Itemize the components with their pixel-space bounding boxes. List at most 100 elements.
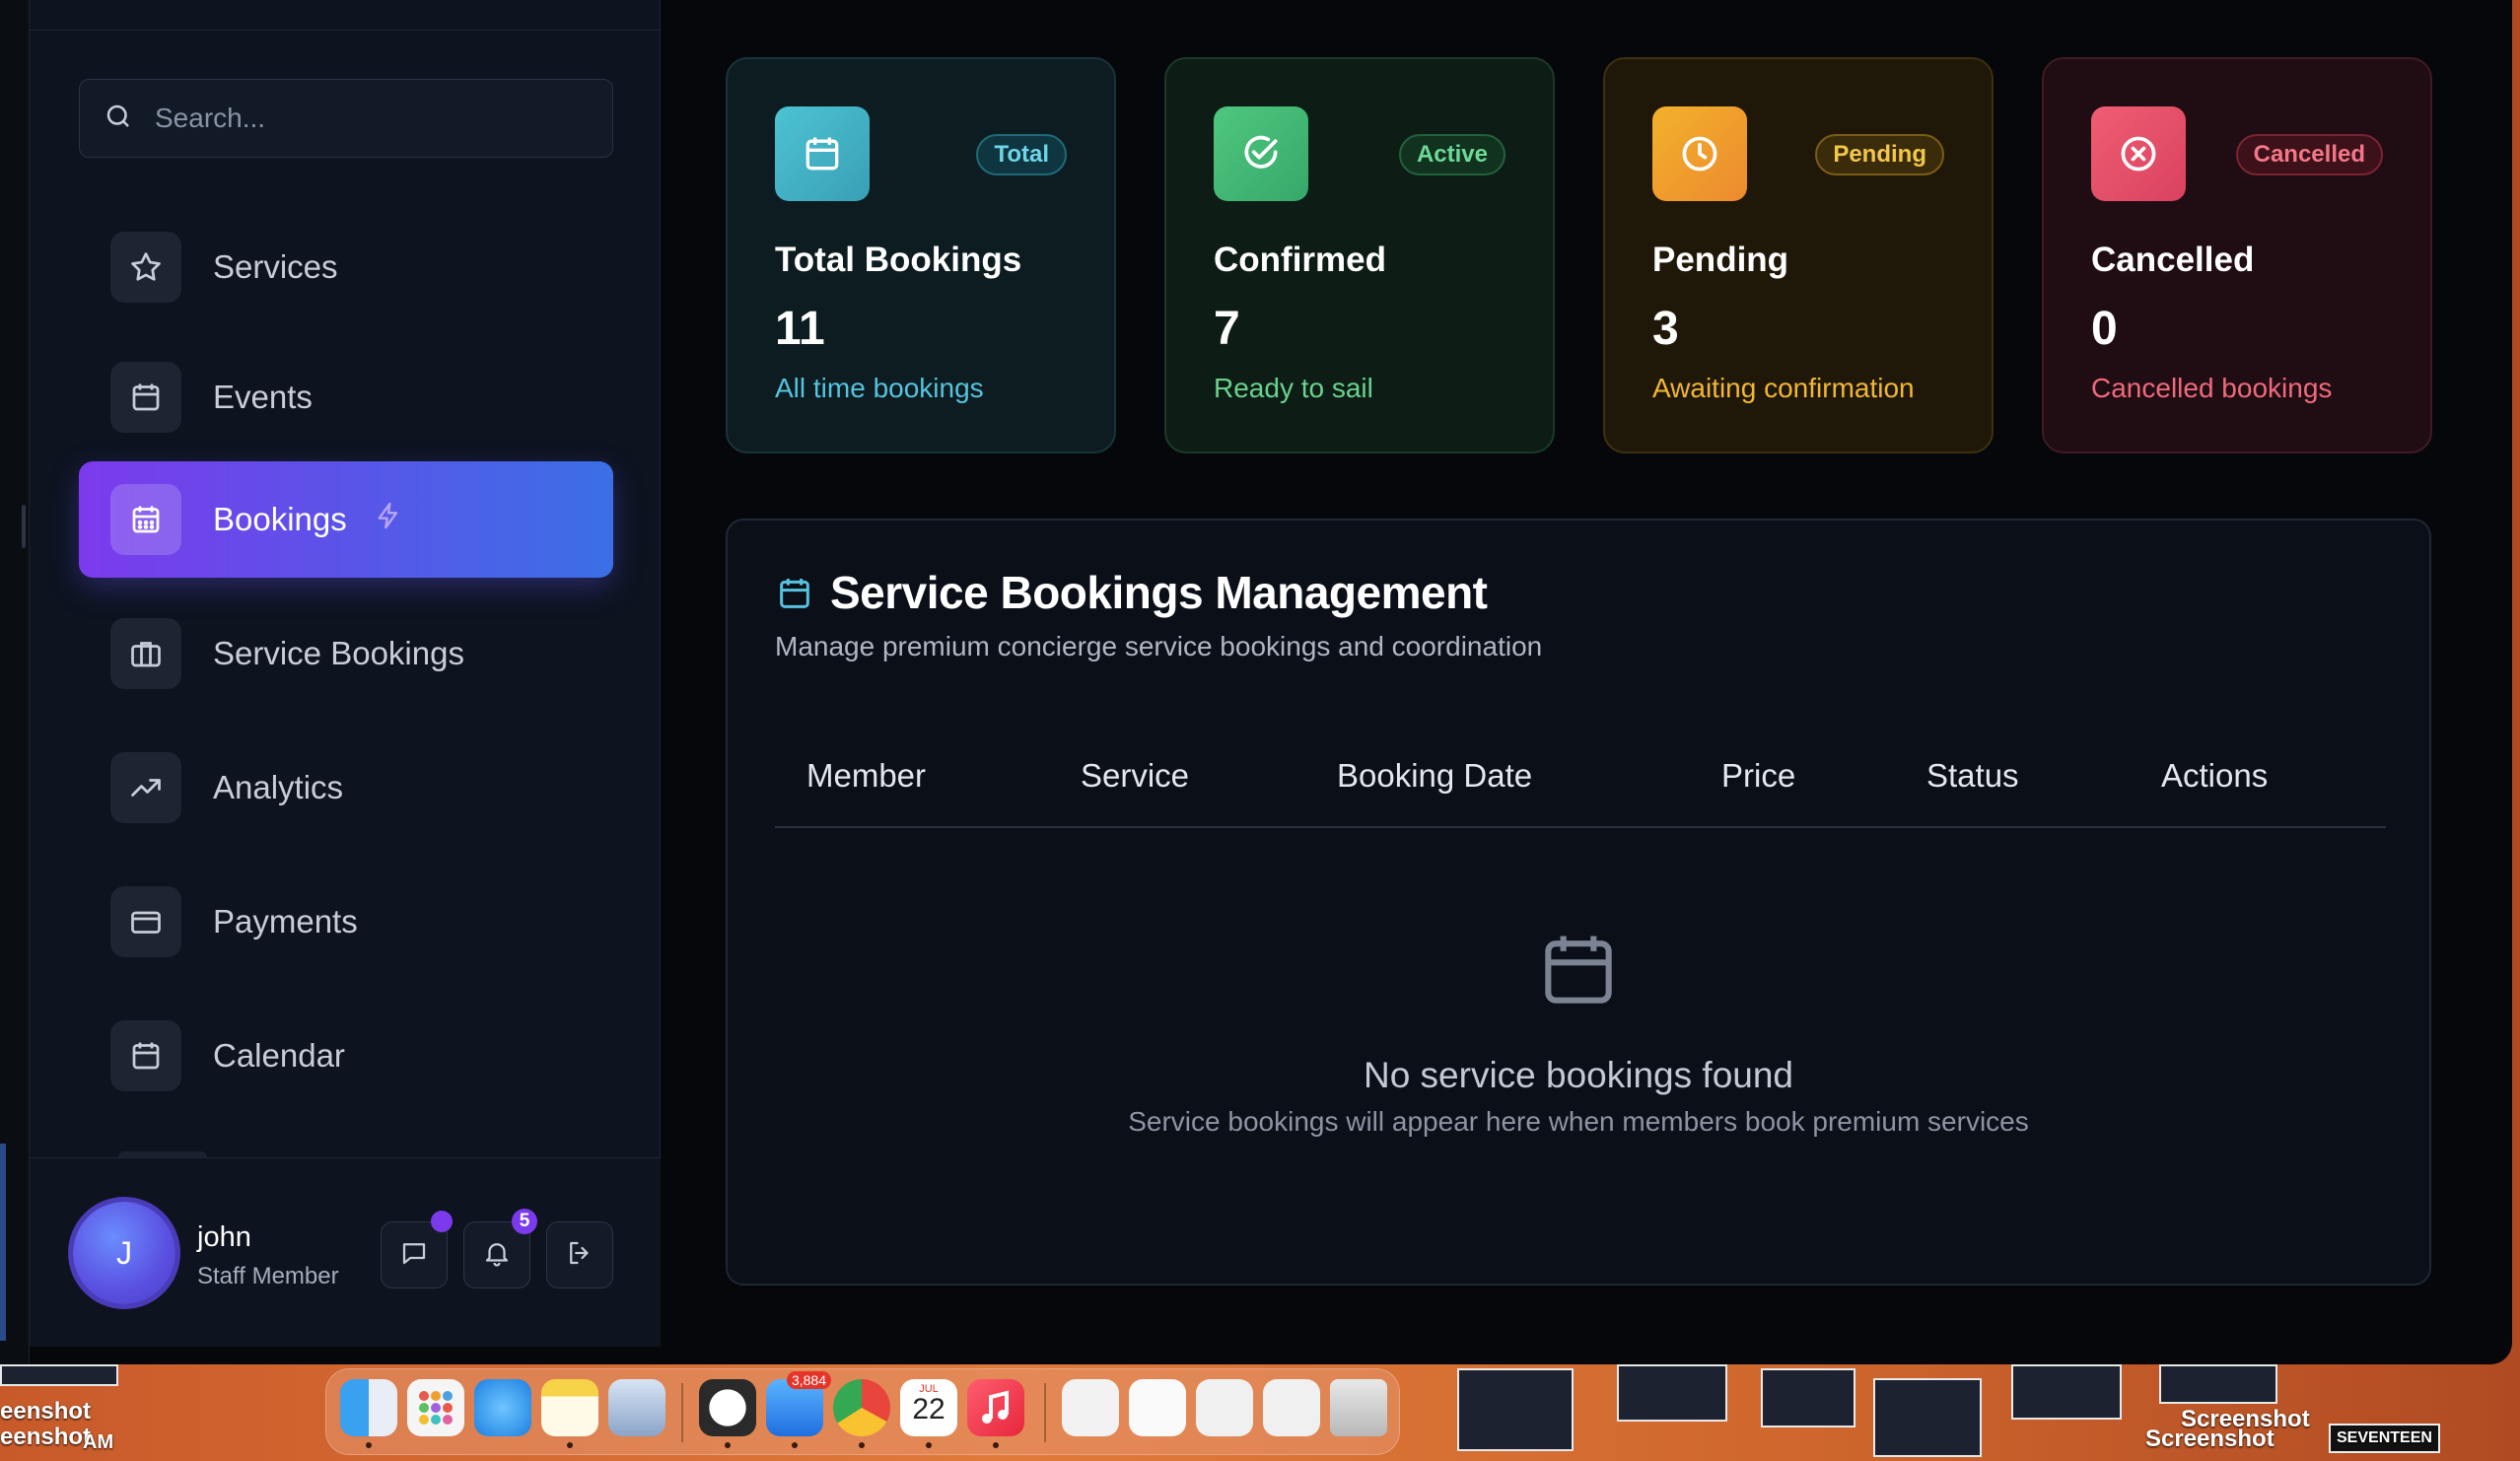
bell-icon [482,1238,512,1273]
star-icon [110,232,181,303]
empty-state-title: No service bookings found [1363,1055,1794,1095]
sidebar-item-label: Service Bookings [213,635,464,671]
sidebar-item-label: Calendar [213,1037,345,1074]
desktop-file-label[interactable]: eenshot [0,1424,91,1451]
credit-card-icon [110,886,181,957]
search-box[interactable] [79,79,613,158]
sidebar-item-calendar[interactable]: Calendar [79,998,613,1114]
left-window-edge [0,0,30,1364]
mail-icon[interactable]: 3,884 [766,1371,831,1436]
running-indicator [366,1442,372,1448]
dock-separator [1044,1383,1046,1442]
sidebar-item-bookings[interactable]: Bookings [79,461,613,578]
stat-title: Pending [1652,241,1789,279]
stat-card-confirmed: Active Confirmed 7 Ready to sail [1164,57,1555,453]
sidebar-item-services[interactable]: Services [79,209,613,325]
sidebar-item-label: Payments [213,903,358,939]
status-badge: Pending [1815,134,1944,175]
avatar[interactable]: J [73,1202,175,1304]
logout-button[interactable] [546,1221,613,1288]
running-indicator [926,1442,932,1448]
stat-title: Cancelled [2091,241,2255,279]
document-icon[interactable] [1263,1379,1320,1436]
column-header-booking-date[interactable]: Booking Date [1337,757,1532,795]
desktop-thumbnail[interactable] [1761,1368,1855,1427]
x-circle-icon [2091,106,2186,201]
stat-card-pending: Pending Pending 3 Awaiting confirmation [1603,57,1994,453]
notes-icon[interactable] [541,1379,598,1436]
divider [30,30,660,31]
dock-separator [681,1383,683,1442]
desktop-thumbnail[interactable] [1873,1378,1982,1457]
stat-title: Total Bookings [775,241,1022,279]
calendar-icon [775,106,870,201]
sidebar-item-label: Bookings [213,501,347,537]
document-icon[interactable] [1196,1379,1253,1436]
running-indicator [859,1442,865,1448]
column-header-member[interactable]: Member [806,757,926,795]
empty-calendar-icon [728,925,2429,1015]
stat-card-total: Total Total Bookings 11 All time booking… [726,57,1116,453]
background-window-strip [0,1144,6,1341]
search-input[interactable] [155,103,569,134]
desktop-file-label[interactable]: Screenshot [2181,1406,2310,1433]
music-icon[interactable] [967,1379,1024,1436]
status-badge: Cancelled [2235,134,2383,175]
user-name: john [197,1221,251,1253]
empty-state-subtitle: Service bookings will appear here when m… [1128,1106,2029,1137]
status-badge: Active [1398,134,1505,175]
table-header: Member Service Booking Date Price Status… [775,728,2386,828]
unread-dot [431,1211,453,1232]
trending-up-icon [110,752,181,823]
app-window: Services Events Bookings Service Booking… [0,0,2512,1364]
desktop-thumbnail[interactable] [2011,1364,2122,1420]
sidebar-item-label: Analytics [213,769,344,805]
calendar-icon [110,1020,181,1091]
desktop-file-label[interactable]: SEVENTEEN [2329,1424,2440,1453]
desktop-thumbnail[interactable] [0,1364,118,1386]
column-header-actions[interactable]: Actions [2161,757,2268,795]
macos-dock: 3,884 JUL 22 [325,1368,1400,1455]
column-header-service[interactable]: Service [1081,757,1189,795]
desktop-file-label[interactable]: eenshot [0,1398,91,1426]
launchpad-icon[interactable] [407,1379,464,1436]
sidebar-item-events[interactable]: Events [79,339,613,455]
service-bookings-panel: Service Bookings Management Manage premi… [726,519,2431,1286]
messages-button[interactable] [381,1211,453,1288]
pdf-document-icon[interactable] [1062,1379,1119,1436]
trash-icon[interactable] [1330,1379,1387,1436]
calendar-app-icon[interactable]: JUL 22 [900,1379,957,1436]
preview-icon[interactable] [608,1379,665,1436]
stat-title: Confirmed [1214,241,1386,279]
desktop-file-label[interactable]: AM [83,1431,113,1454]
calendar-document-icon[interactable] [1129,1379,1186,1436]
resize-handle[interactable] [22,505,26,548]
column-header-price[interactable]: Price [1721,757,1795,795]
stat-subtitle: Ready to sail [1214,373,1373,403]
stat-value: 7 [1214,303,1240,355]
finder-icon[interactable] [340,1379,397,1436]
sidebar-item-service-bookings[interactable]: Service Bookings [79,595,613,712]
desktop-thumbnail[interactable] [2159,1364,2277,1404]
notifications-button[interactable]: 5 [463,1209,537,1288]
stat-value: 0 [2091,303,2118,355]
chrome-icon[interactable] [833,1379,890,1436]
chatgpt-icon[interactable] [699,1379,756,1436]
desktop-thumbnail[interactable] [1617,1364,1727,1422]
sidebar-item-payments[interactable]: Payments [79,864,613,980]
lightning-icon [373,500,404,539]
status-badge: Total [976,134,1067,175]
column-header-status[interactable]: Status [1926,757,2019,795]
search-icon [104,102,133,136]
running-indicator [792,1442,798,1448]
safari-icon[interactable] [474,1379,531,1436]
sidebar-item-label: Services [213,248,338,285]
sidebar-item-analytics[interactable]: Analytics [79,730,613,846]
logout-icon [565,1238,595,1273]
briefcase-icon [110,618,181,689]
desktop-thumbnail[interactable] [1457,1368,1574,1451]
user-profile-area: J john Staff Member 5 [30,1157,661,1347]
running-indicator [993,1442,999,1448]
sidebar: Services Events Bookings Service Booking… [30,0,661,1347]
stat-subtitle: Cancelled bookings [2091,373,2333,403]
